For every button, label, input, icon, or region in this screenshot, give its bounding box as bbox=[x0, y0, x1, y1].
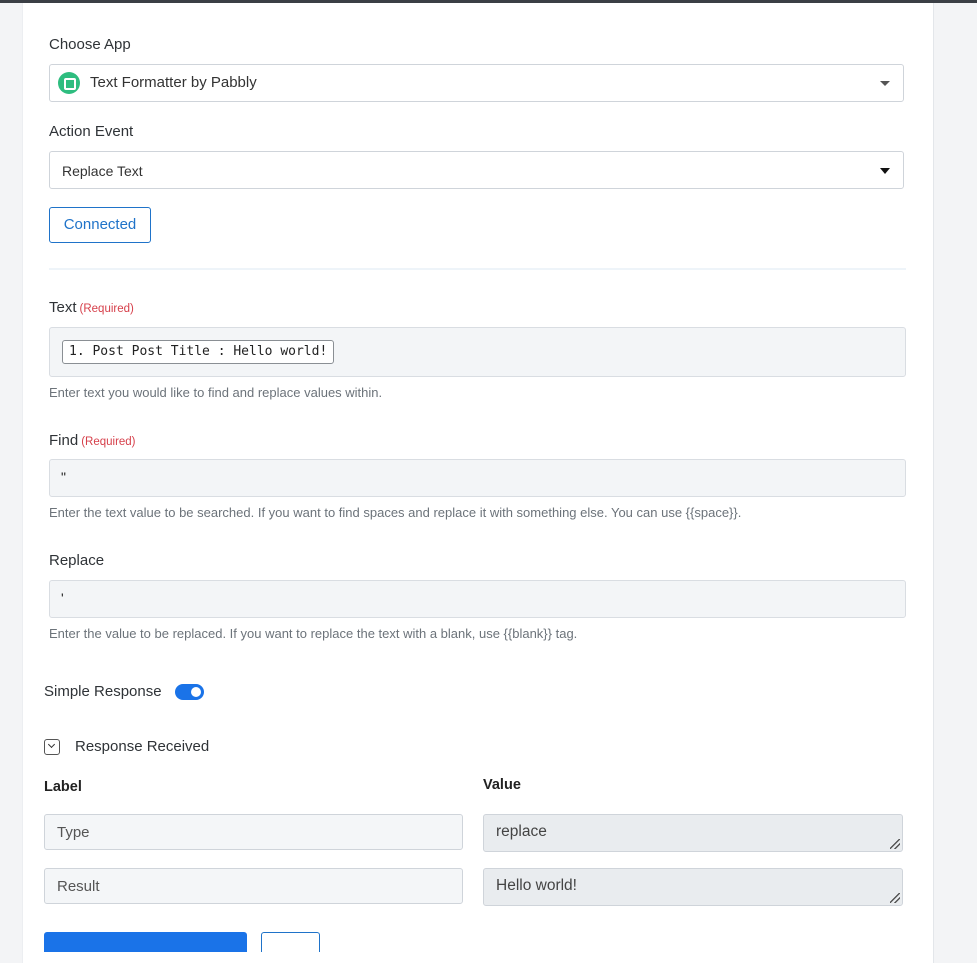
value-column-header: Value bbox=[483, 777, 521, 793]
find-value: " bbox=[61, 469, 66, 485]
response-value-field[interactable]: Hello world! bbox=[483, 868, 903, 906]
required-marker: (Required) bbox=[79, 303, 134, 315]
find-label: Find bbox=[49, 432, 79, 449]
choose-app-select[interactable]: Text Formatter by Pabbly bbox=[49, 64, 904, 102]
response-value-text: replace bbox=[496, 823, 547, 840]
text-input[interactable]: 1. Post Post Title : Hello world! bbox=[49, 327, 906, 377]
mapped-field-chip[interactable]: 1. Post Post Title : Hello world! bbox=[62, 340, 335, 364]
collapse-chevron-icon[interactable] bbox=[44, 739, 60, 755]
text-field-label: Text (Required) bbox=[49, 299, 134, 316]
find-input[interactable]: " bbox=[49, 459, 906, 497]
section-divider bbox=[49, 268, 906, 270]
text-help: Enter text you would like to find and re… bbox=[49, 385, 383, 400]
response-value-field[interactable]: replace bbox=[483, 814, 903, 852]
replace-label: Replace bbox=[49, 552, 105, 569]
choose-app-label: Choose App bbox=[49, 36, 131, 53]
response-label-field[interactable]: Result bbox=[44, 868, 463, 904]
action-event-select[interactable]: Replace Text bbox=[49, 151, 904, 189]
resize-handle-icon[interactable] bbox=[890, 893, 900, 903]
response-received-title: Response Received bbox=[75, 738, 210, 755]
simple-response-toggle[interactable] bbox=[175, 684, 204, 700]
replace-value: ' bbox=[61, 590, 64, 606]
response-label-field[interactable]: Type bbox=[44, 814, 463, 850]
secondary-button[interactable] bbox=[261, 932, 320, 952]
connected-button[interactable]: Connected bbox=[49, 207, 151, 243]
text-formatter-icon bbox=[58, 72, 80, 94]
simple-response-label: Simple Response bbox=[44, 683, 162, 700]
action-event-value: Replace Text bbox=[62, 163, 143, 179]
toggle-knob bbox=[191, 687, 201, 697]
resize-handle-icon[interactable] bbox=[890, 839, 900, 849]
text-label: Text bbox=[49, 299, 77, 316]
replace-input[interactable]: ' bbox=[49, 580, 906, 618]
response-value-text: Hello world! bbox=[496, 877, 577, 894]
label-column-header: Label bbox=[44, 779, 82, 795]
find-help: Enter the text value to be searched. If … bbox=[49, 505, 742, 520]
find-field-label: Find (Required) bbox=[49, 432, 136, 449]
choose-app-value: Text Formatter by Pabbly bbox=[90, 74, 257, 91]
save-button[interactable] bbox=[44, 932, 247, 952]
action-event-label: Action Event bbox=[49, 123, 134, 140]
chevron-down-icon bbox=[880, 81, 890, 86]
required-marker: (Required) bbox=[81, 436, 136, 448]
replace-help: Enter the value to be replaced. If you w… bbox=[49, 626, 578, 641]
chevron-down-icon bbox=[880, 168, 890, 174]
